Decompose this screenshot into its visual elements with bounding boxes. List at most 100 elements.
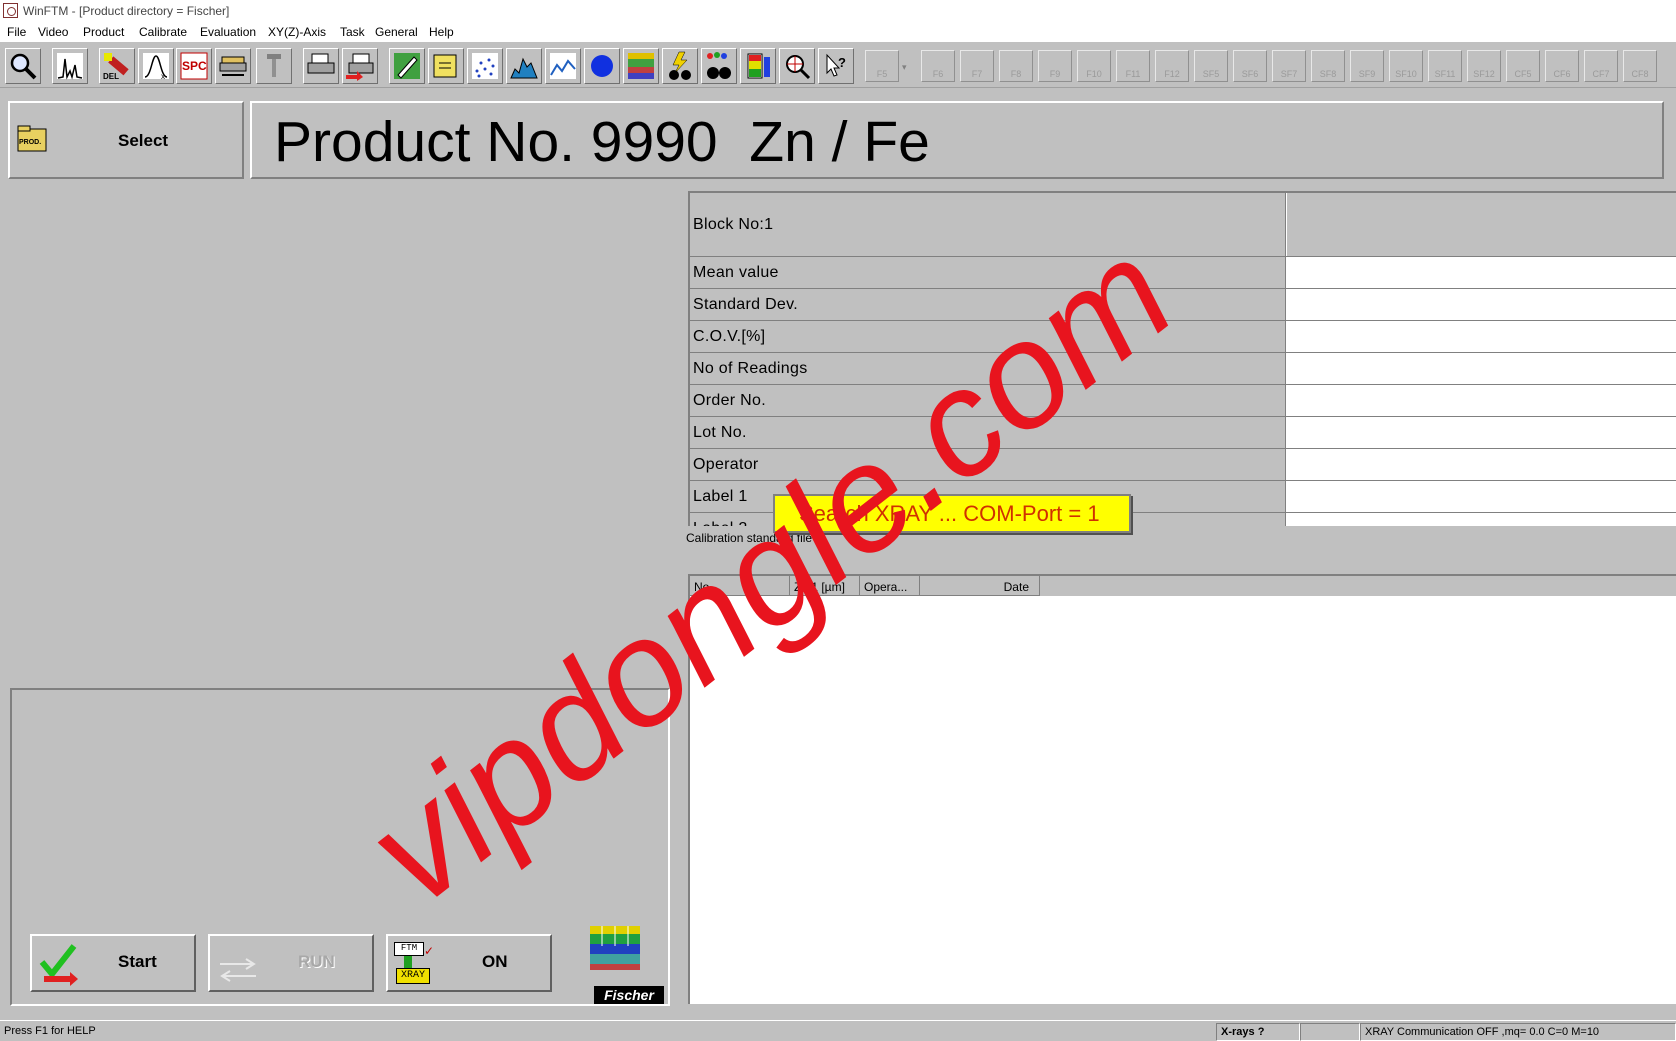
title-bar: WinFTM - [Product directory = Fischer]: [0, 0, 1676, 22]
level-button[interactable]: [740, 48, 776, 84]
xray-badge-icon: FTM ✓ XRAY: [394, 942, 434, 986]
scatter-button[interactable]: [467, 48, 503, 84]
fkey-sf6[interactable]: SF6: [1233, 50, 1267, 82]
fkey-cf8[interactable]: CF8: [1623, 50, 1657, 82]
row-label-lot: Lot No.: [690, 417, 1286, 448]
xray-on-button[interactable]: FTM ✓ XRAY ON: [386, 934, 552, 992]
table-row: Mean value: [690, 257, 1676, 289]
layers-button[interactable]: [623, 48, 659, 84]
spc-button[interactable]: SPC: [176, 48, 212, 84]
search-xray-popup: Search XRAY ... COM-Port = 1: [773, 494, 1131, 533]
fkey-cf7[interactable]: CF7: [1584, 50, 1618, 82]
trend-button[interactable]: [545, 48, 581, 84]
search-elements-button[interactable]: [701, 48, 737, 84]
fkey-f12[interactable]: F12: [1155, 50, 1189, 82]
chevron-down-icon: ▾: [902, 62, 907, 72]
printer-red-icon: [346, 53, 374, 81]
zoom-button[interactable]: [5, 48, 41, 84]
row-label-order: Order No.: [690, 385, 1286, 416]
menu-task[interactable]: Task: [340, 25, 365, 39]
column-no[interactable]: No: [690, 576, 790, 596]
menu-product[interactable]: Product: [83, 25, 124, 39]
block-result-icon: [219, 56, 247, 76]
table-row: Order No.: [690, 385, 1676, 417]
product-edit-button[interactable]: [389, 48, 425, 84]
fkey-f9[interactable]: F9: [1038, 50, 1072, 82]
energy-button[interactable]: [662, 48, 698, 84]
product-title: Product No. 9990 Zn / Fe: [274, 110, 930, 174]
fkey-cf5[interactable]: CF5: [1506, 50, 1540, 82]
run-arrows-icon: [220, 958, 256, 982]
delete-reading-button[interactable]: DEL: [99, 48, 135, 84]
scatter-icon: [472, 53, 498, 79]
distribution-icon: x: [143, 53, 169, 81]
crosshair-zoom-icon: [786, 55, 811, 80]
fkey-sf11[interactable]: SF11: [1428, 50, 1462, 82]
run-label: RUN: [298, 952, 335, 971]
fkey-sf12[interactable]: SF12: [1467, 50, 1501, 82]
toolbar: DEL x SPC ? F5 ▾ F6 F7 F8 F9 F10 F11 F12…: [0, 44, 1676, 88]
table-row: Standard Dev.: [690, 289, 1676, 321]
window-title: WinFTM - [Product directory = Fischer]: [23, 4, 230, 18]
row-label-mean: Mean value: [690, 257, 1286, 288]
column-zn-thickness[interactable]: Zn 1 [µm]: [790, 576, 860, 596]
fkey-f10[interactable]: F10: [1077, 50, 1111, 82]
select-product-button[interactable]: PROD. Select: [8, 101, 244, 179]
fkey-sf5[interactable]: SF5: [1194, 50, 1228, 82]
fkey-f5[interactable]: F5: [865, 50, 899, 82]
distribution-button[interactable]: x: [138, 48, 174, 84]
histogram-button[interactable]: [506, 48, 542, 84]
fkey-sf9[interactable]: SF9: [1350, 50, 1384, 82]
run-button[interactable]: RUN: [208, 934, 374, 992]
print-button[interactable]: [342, 48, 378, 84]
start-label: Start: [118, 952, 157, 971]
fkey-sf10[interactable]: SF10: [1389, 50, 1423, 82]
svg-text:x: x: [161, 72, 165, 81]
list-header: No Zn 1 [µm] Opera... Date: [690, 576, 1676, 596]
fkey-sf7[interactable]: SF7: [1272, 50, 1306, 82]
notes-icon: [433, 54, 457, 78]
fkey-f7[interactable]: F7: [960, 50, 994, 82]
column-operator[interactable]: Opera...: [860, 576, 920, 596]
probe-delete-icon: DEL: [103, 53, 129, 81]
spot-button[interactable]: [584, 48, 620, 84]
context-help-button[interactable]: ?: [818, 48, 854, 84]
menu-help[interactable]: Help: [429, 25, 454, 39]
row-value-std-dev: [1287, 289, 1676, 320]
menu-general[interactable]: General: [375, 25, 418, 39]
table-row: C.O.V.[%]: [690, 321, 1676, 353]
menu-file[interactable]: File: [7, 25, 26, 39]
print-preview-button[interactable]: [303, 48, 339, 84]
menu-video[interactable]: Video: [38, 25, 68, 39]
readings-list[interactable]: No Zn 1 [µm] Opera... Date: [688, 574, 1676, 1004]
column-date[interactable]: Date: [920, 576, 1040, 596]
notes-button[interactable]: [428, 48, 464, 84]
xray-badge-top: FTM: [394, 942, 424, 956]
fischer-brand: Fischer: [594, 986, 664, 1004]
menu-bar: File Video Product Calibrate Evaluation …: [0, 22, 1676, 42]
fkey-f11[interactable]: F11: [1116, 50, 1150, 82]
app-icon[interactable]: [3, 3, 18, 18]
fkey-f6[interactable]: F6: [921, 50, 955, 82]
spectrum-button[interactable]: [52, 48, 88, 84]
spot-zoom-button[interactable]: [779, 48, 815, 84]
row-value-order: [1287, 385, 1676, 416]
histogram-icon: [510, 57, 538, 79]
control-panel: Start RUN FTM ✓ XRAY ON Fischer: [10, 688, 670, 1006]
menu-evaluation[interactable]: Evaluation: [200, 25, 256, 39]
fkey-sf8[interactable]: SF8: [1311, 50, 1345, 82]
fkey-f8[interactable]: F8: [999, 50, 1033, 82]
calibration-file-label: Calibration standard file: [686, 531, 813, 545]
small-check-icon: ✓: [424, 944, 435, 958]
menu-calibrate[interactable]: Calibrate: [139, 25, 187, 39]
block-result-button[interactable]: [215, 48, 251, 84]
printer-icon: [307, 53, 335, 74]
xray-badge-bottom: XRAY: [396, 968, 430, 984]
start-button[interactable]: Start: [30, 934, 196, 992]
fkey-cf6[interactable]: CF6: [1545, 50, 1579, 82]
svg-text:?: ?: [838, 55, 846, 70]
table-row: Operator: [690, 449, 1676, 481]
measure-tool-button[interactable]: [256, 48, 292, 84]
menu-xyz-axis[interactable]: XY(Z)-Axis: [268, 25, 326, 39]
row-value-label2: [1287, 513, 1676, 526]
